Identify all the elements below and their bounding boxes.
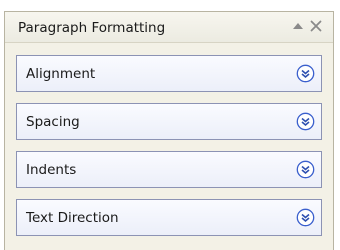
close-icon[interactable] — [308, 18, 324, 34]
section-text-direction[interactable]: Text Direction — [16, 199, 322, 236]
collapse-arrow-icon[interactable] — [290, 18, 306, 34]
section-label: Spacing — [26, 114, 80, 130]
section-alignment[interactable]: Alignment — [16, 55, 322, 92]
chevron-double-down-icon[interactable] — [296, 160, 315, 179]
section-indents[interactable]: Indents — [16, 151, 322, 188]
paragraph-formatting-panel: Paragraph Formatting Alignment Spacing I… — [4, 11, 334, 250]
section-spacing[interactable]: Spacing — [16, 103, 322, 140]
panel-header: Paragraph Formatting — [5, 12, 333, 43]
chevron-double-down-icon[interactable] — [296, 208, 315, 227]
section-label: Text Direction — [26, 210, 119, 226]
panel-title: Paragraph Formatting — [18, 20, 166, 36]
section-label: Indents — [26, 162, 77, 178]
section-label: Alignment — [26, 66, 96, 82]
chevron-double-down-icon[interactable] — [296, 64, 315, 83]
chevron-double-down-icon[interactable] — [296, 112, 315, 131]
